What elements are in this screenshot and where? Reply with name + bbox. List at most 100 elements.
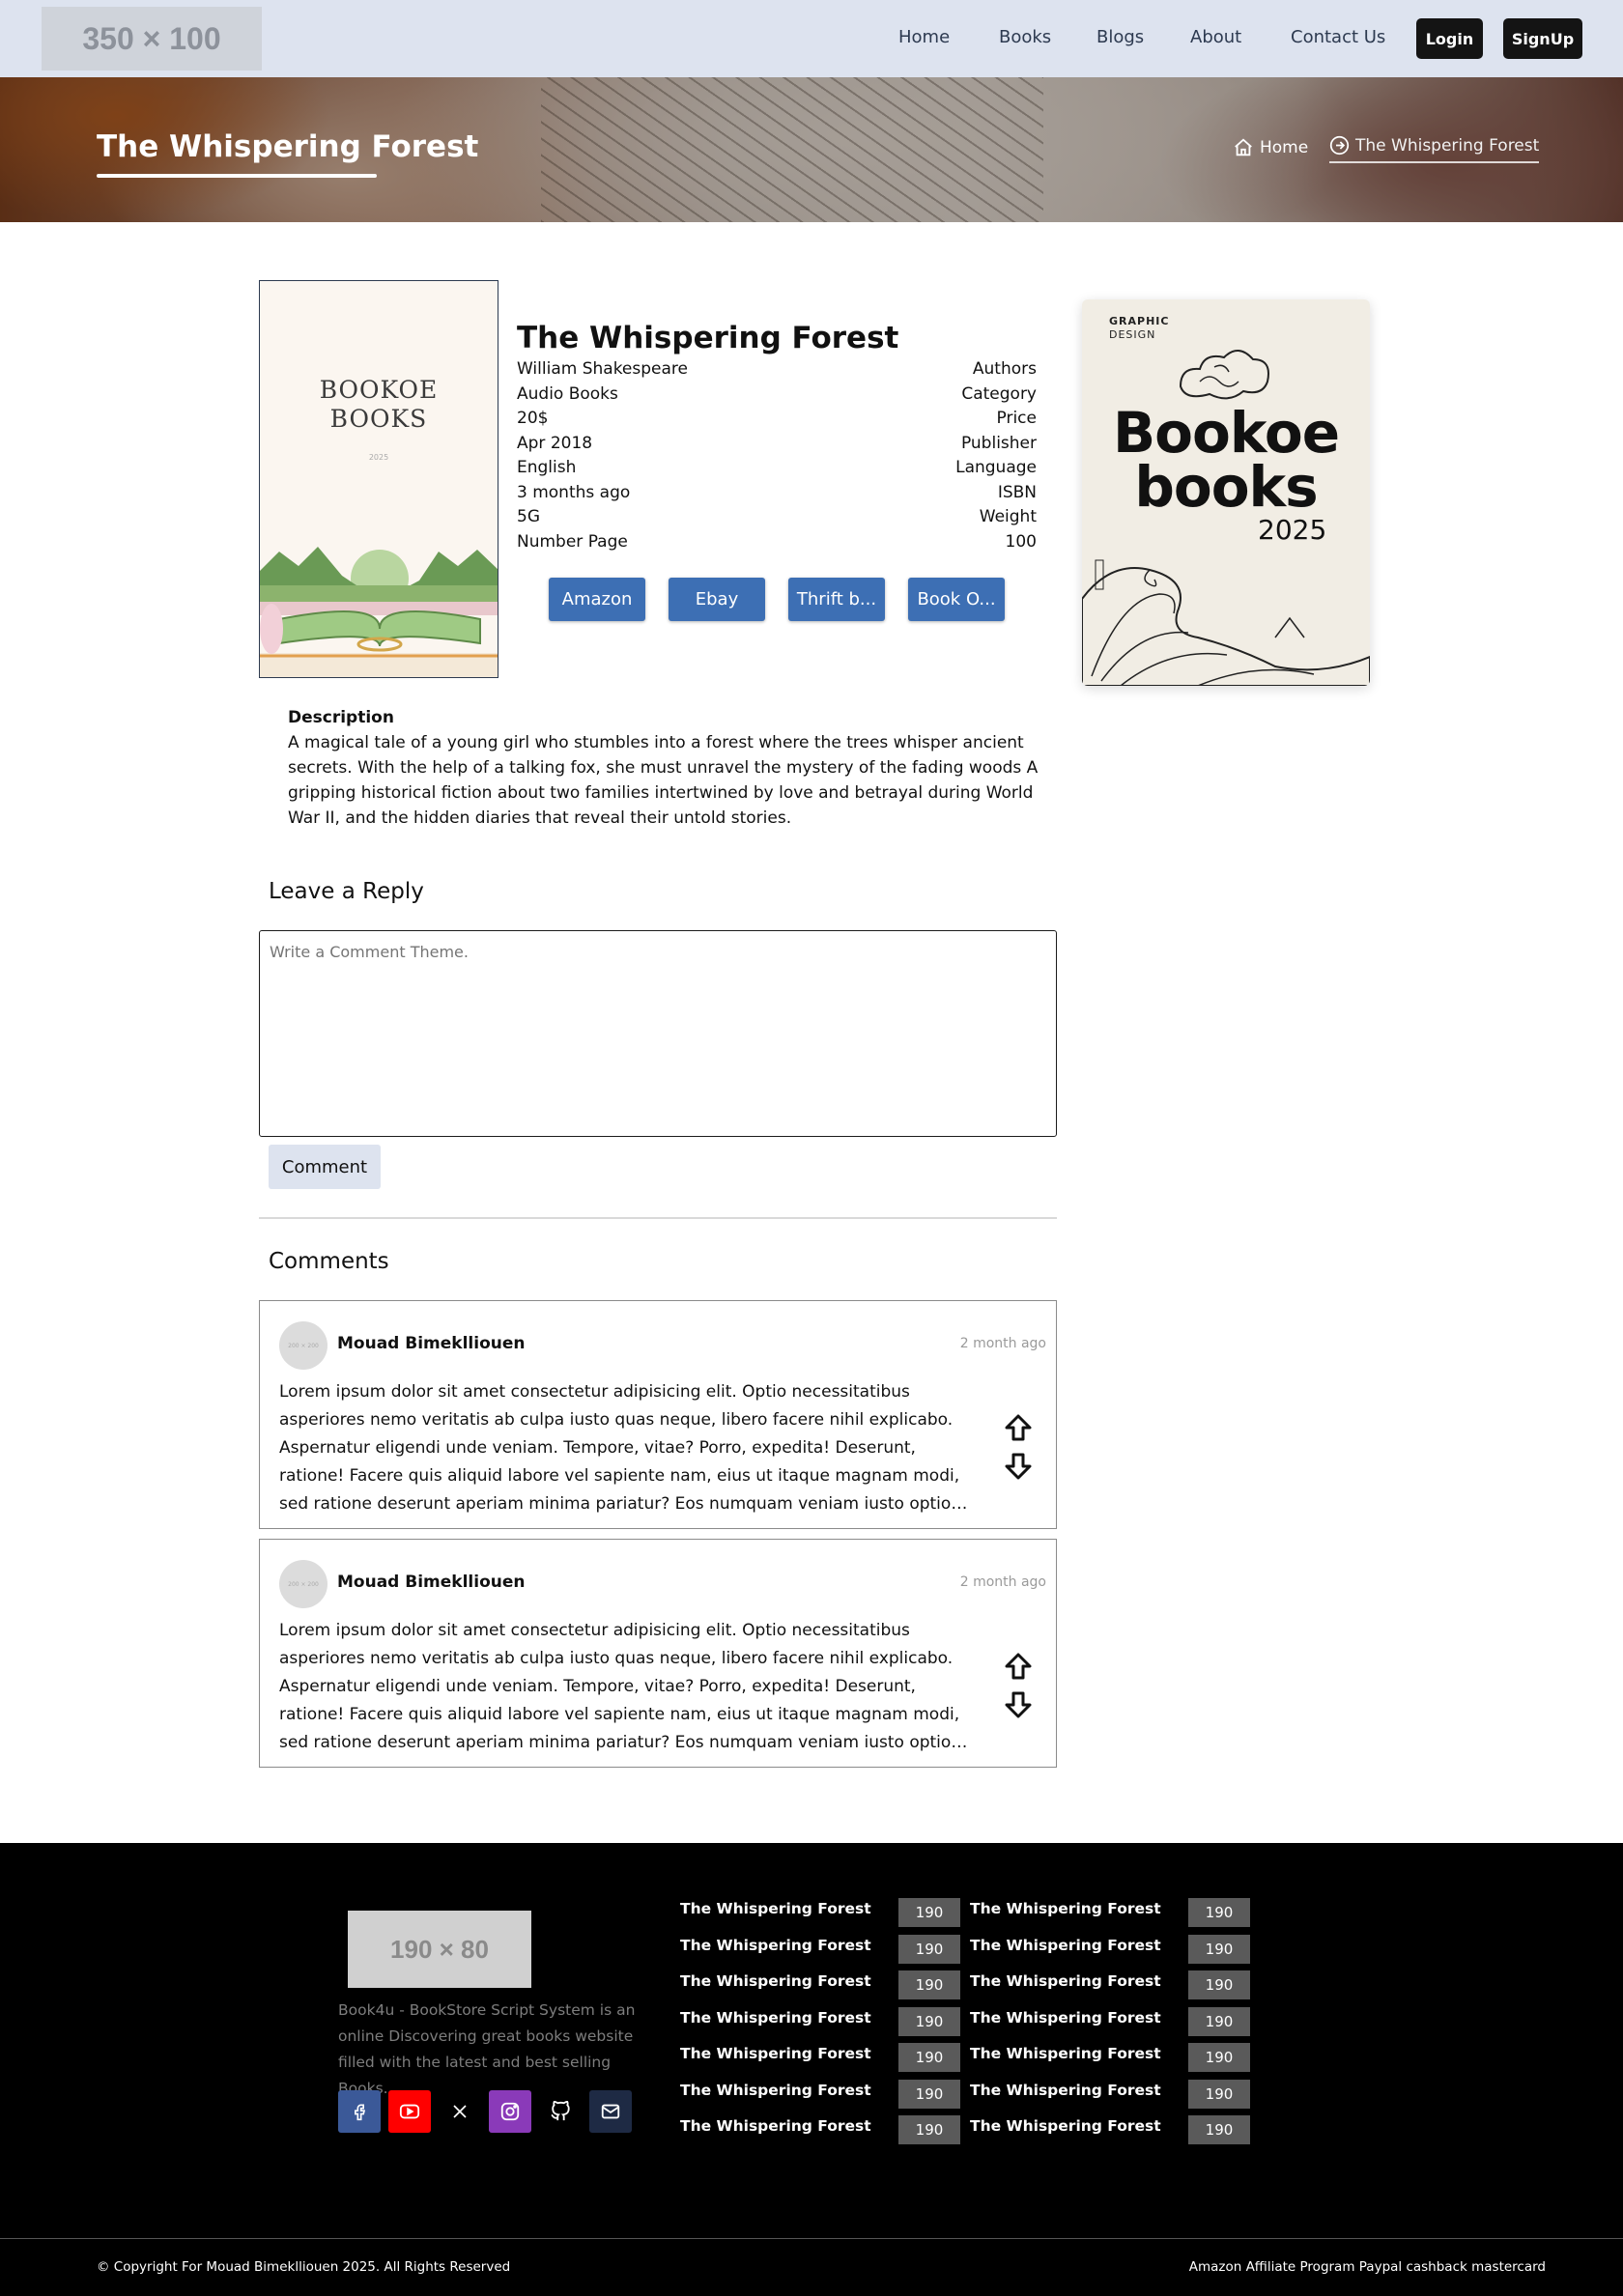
cover-label: GRAPHIC [1109,315,1170,327]
comment-body: Lorem ipsum dolor sit amet consectetur a… [279,1382,960,1514]
book-info-panel: The Whispering Forest William Shakespear… [517,319,1037,554]
footer-book-count: 190 [1188,2080,1250,2109]
footer-book-link[interactable]: The Whispering Forest [680,1937,871,1954]
footer-partners-text: Amazon Affiliate Program Paypal cashback… [1188,2259,1546,2275]
footer-book-count: 190 [898,2115,960,2144]
avatar: 200 × 200 [279,1321,327,1370]
footer-book-count: 190 [1188,1935,1250,1964]
info-label: Category [961,383,1037,404]
store-button-amazon[interactable]: Amazon [549,578,645,621]
footer-book-link[interactable]: The Whispering Forest [680,2009,871,2027]
info-value: 20$ [517,409,549,428]
nav-contact[interactable]: Contact Us [1291,27,1385,47]
page-title: The Whispering Forest [97,129,479,164]
footer-book-link[interactable]: The Whispering Forest [970,2082,1161,2099]
info-row-price: 20$ Price [517,407,1037,432]
downvote-arrow-icon[interactable] [1004,1690,1033,1719]
info-row-pages: Number Page 100 [517,530,1037,555]
cover-title-line1: BOOKOE [319,376,439,404]
info-value: Apr 2018 [517,433,593,453]
footer-book-count: 190 [898,2007,960,2036]
info-row-isbn: 3 months ago ISBN [517,481,1037,506]
info-label: Authors [972,359,1037,379]
footer-book-link[interactable]: The Whispering Forest [970,1900,1161,1917]
arrow-circle-icon [1329,135,1350,156]
site-header: 350 × 100 Home Books Blogs About Contact… [0,0,1623,77]
copyright-text: © Copyright For Mouad Bimeklliouen 2025.… [97,2259,511,2275]
nav-about[interactable]: About [1190,27,1241,47]
facebook-icon[interactable] [338,2090,381,2133]
section-divider [259,1217,1057,1219]
footer-book-count: 190 [1188,1970,1250,1999]
footer-book-count: 190 [898,1898,960,1927]
comments-heading: Comments [269,1249,389,1274]
comment-time: 2 month ago [959,1574,1046,1590]
info-row-authors: William Shakespeare Authors [517,357,1037,383]
footer-book-count: 190 [1188,2115,1250,2144]
wave-illustration [1082,559,1370,686]
footer-book-count: 190 [1188,2007,1250,2036]
cover-year: 2025 [368,453,389,462]
site-logo[interactable]: 350 × 100 [42,7,262,71]
featured-book-cover[interactable]: GRAPHIC DESIGN Bookoe books 2025 [1082,299,1370,686]
comment-textarea[interactable] [259,930,1057,1137]
footer-book-link[interactable]: The Whispering Forest [680,2045,871,2062]
footer-book-link[interactable]: The Whispering Forest [970,1937,1161,1954]
comment-body: Lorem ipsum dolor sit amet consectetur a… [279,1621,960,1752]
signup-button[interactable]: SignUp [1503,18,1582,59]
title-underline [97,174,377,178]
breadcrumb-home[interactable]: Home [1233,137,1308,158]
footer-book-link[interactable]: The Whispering Forest [970,2009,1161,2027]
footer-book-link[interactable]: The Whispering Forest [970,2117,1161,2135]
cover-sublabel: DESIGN [1109,328,1156,341]
login-button[interactable]: Login [1416,18,1483,59]
book-title: The Whispering Forest [517,321,899,355]
info-value: English [517,458,577,477]
footer-book-link[interactable]: The Whispering Forest [680,1900,871,1917]
nav-home[interactable]: Home [898,27,950,47]
info-row-weight: 5G Weight [517,505,1037,530]
info-row-publisher: Apr 2018 Publisher [517,432,1037,457]
comment-item: 200 × 200 Mouad Bimeklliouen 2 month ago… [259,1539,1057,1768]
comment-item: 200 × 200 Mouad Bimeklliouen 2 month ago… [259,1300,1057,1529]
comment-author: Mouad Bimeklliouen [337,1573,526,1592]
github-icon[interactable] [539,2090,582,2133]
cloud-illustration [1179,350,1269,400]
upvote-arrow-icon[interactable] [1004,1652,1033,1681]
footer-book-link[interactable]: The Whispering Forest [970,2045,1161,2062]
info-value: Number Page [517,531,628,552]
footer-logo[interactable]: 190 × 80 [348,1911,531,1988]
description-heading: Description [288,708,394,727]
footer-book-link[interactable]: The Whispering Forest [680,2082,871,2099]
footer-book-link[interactable]: The Whispering Forest [970,1972,1161,1990]
breadcrumb-current-label: The Whispering Forest [1355,135,1540,156]
info-row-language: English Language [517,456,1037,481]
youtube-icon[interactable] [388,2090,431,2133]
nav-blogs[interactable]: Blogs [1096,27,1144,47]
footer-book-count: 190 [898,2080,960,2109]
comment-author: Mouad Bimeklliouen [337,1334,526,1353]
upvote-arrow-icon[interactable] [1004,1413,1033,1442]
info-value: 3 months ago [517,482,631,502]
instagram-icon[interactable] [489,2090,531,2133]
store-button-thrift[interactable]: Thrift b... [788,578,885,621]
cover-title-line1: Bookoe [1112,400,1340,466]
comment-time: 2 month ago [959,1336,1046,1351]
mail-icon[interactable] [589,2090,632,2133]
footer-book-link[interactable]: The Whispering Forest [680,2117,871,2135]
nav-books[interactable]: Books [999,27,1051,47]
info-label: Publisher [960,433,1037,453]
footer-book-link[interactable]: The Whispering Forest [680,1972,871,1990]
downvote-arrow-icon[interactable] [1004,1452,1033,1481]
footer-book-count: 190 [898,1970,960,1999]
page-hero-banner: The Whispering Forest Home The Whisperin… [0,77,1623,222]
footer-book-count: 190 [1188,2043,1250,2072]
store-button-book-outlet[interactable]: Book O... [908,578,1005,621]
x-icon[interactable] [439,2090,481,2133]
home-icon [1233,137,1254,158]
site-footer: 190 × 80 Book4u - BookStore Script Syste… [0,1843,1623,2296]
comment-submit-button[interactable]: Comment [269,1145,381,1189]
store-button-ebay[interactable]: Ebay [669,578,765,621]
info-row-category: Audio Books Category [517,383,1037,408]
info-label: Weight [979,507,1037,526]
